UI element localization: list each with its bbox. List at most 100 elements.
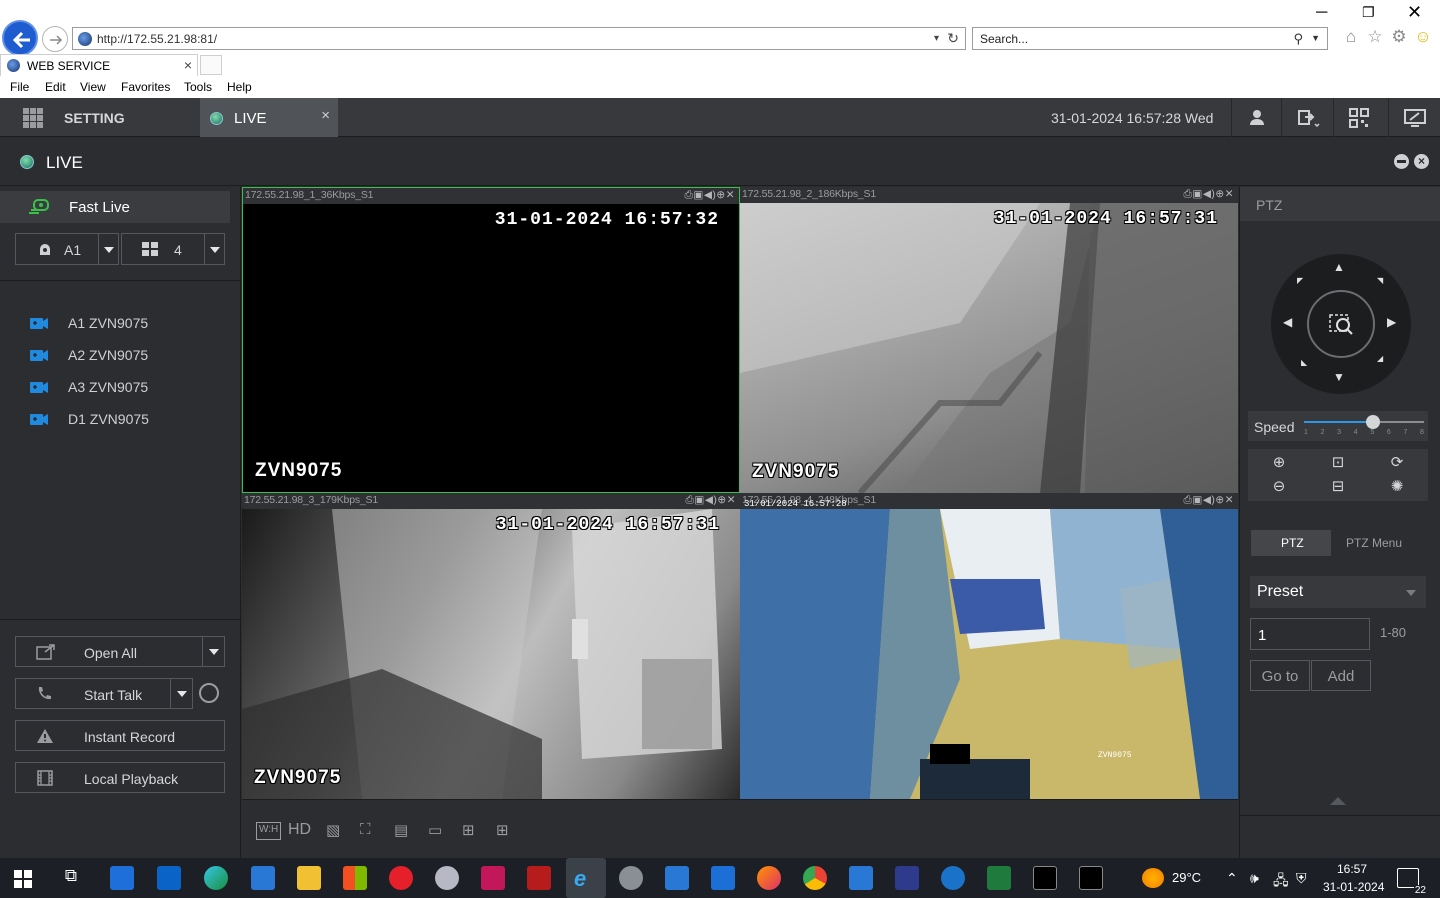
menu-file[interactable]: File xyxy=(10,80,29,94)
fullscreen-monitor-button[interactable] xyxy=(1388,98,1440,137)
security-icon[interactable]: ⛨ xyxy=(1296,870,1307,887)
split-select[interactable]: 4 xyxy=(121,233,225,265)
layout-6-icon[interactable]: ⊞ xyxy=(496,821,509,839)
weather-icon[interactable] xyxy=(1142,868,1164,888)
app-red-square-icon[interactable] xyxy=(527,866,551,890)
speed-slider-handle[interactable] xyxy=(1365,415,1380,429)
focus-near-icon[interactable]: ⊡ xyxy=(1327,453,1349,473)
file-explorer-icon[interactable] xyxy=(297,866,321,890)
camera-item[interactable]: A3 ZVN9075 xyxy=(0,376,230,400)
goto-preset-button[interactable]: Go to xyxy=(1250,660,1310,691)
channel-select[interactable]: A1 xyxy=(15,233,119,265)
tile-controls-icons[interactable]: ⎙▣◀)⊕✕ xyxy=(1184,494,1235,507)
back-button[interactable] xyxy=(2,20,38,56)
home-icon[interactable]: ⌂ xyxy=(1341,27,1361,47)
notification-center-icon[interactable]: 22 xyxy=(1397,868,1427,896)
ptz-up-icon[interactable]: ▲ xyxy=(1333,260,1345,274)
open-all-button[interactable]: Open All xyxy=(15,636,225,667)
video-tile[interactable]: 172.55.21.98_1_36Kbps_S1 ⎙▣◀)⊕✕ 31-01-20… xyxy=(242,187,740,493)
app-pink-icon[interactable] xyxy=(481,866,505,890)
address-dropdown-icon[interactable]: ▾ xyxy=(934,33,939,44)
iris-open-icon[interactable]: ⟳ xyxy=(1386,453,1408,473)
search-dropdown-icon[interactable]: ▼ xyxy=(1311,33,1320,43)
video-tile[interactable]: 172.55.21.98_3_179Kbps_S1 ⎙▣◀)⊕✕ 31-01-2… xyxy=(242,493,740,799)
firefox-icon[interactable] xyxy=(757,866,781,890)
layout-single-icon[interactable]: ▭ xyxy=(428,821,442,839)
store-icon[interactable] xyxy=(343,866,367,890)
chevron-down-icon[interactable] xyxy=(202,637,224,666)
window-split-1-icon[interactable]: ▤ xyxy=(394,821,408,839)
new-tab-button[interactable] xyxy=(200,55,222,75)
smiley-feedback-icon[interactable]: ☺ xyxy=(1413,27,1433,47)
tab-ptz-menu[interactable]: PTZ Menu xyxy=(1346,536,1402,550)
weather-temperature[interactable]: 29°C xyxy=(1172,870,1201,885)
preset-number-input[interactable]: 1 xyxy=(1250,618,1370,650)
tile-controls-icons[interactable]: ⎙▣◀)⊕✕ xyxy=(1184,188,1235,201)
menu-view[interactable]: View xyxy=(80,80,106,94)
user-button[interactable] xyxy=(1231,98,1281,137)
instant-record-button[interactable]: Instant Record xyxy=(15,720,225,751)
clock-time[interactable]: 16:57 xyxy=(1337,862,1367,876)
settings-gear-icon[interactable]: ⚙ xyxy=(1389,27,1409,47)
windows-start-icon[interactable] xyxy=(14,870,32,888)
menu-edit[interactable]: Edit xyxy=(45,80,66,94)
close-live-tab-icon[interactable]: × xyxy=(321,107,330,124)
fullscreen-icon[interactable]: ⛶ xyxy=(360,821,371,839)
outlook-icon[interactable] xyxy=(157,866,181,890)
aspect-ratio-button[interactable]: W:H xyxy=(256,822,282,840)
app-vc-icon[interactable] xyxy=(711,866,735,890)
terminal-icon[interactable] xyxy=(1079,866,1103,890)
ptz-direction-wheel[interactable]: ▲ ▼ ◀ ▶ ◤ ◥ ◣ ◢ xyxy=(1271,254,1411,394)
window-maximize-button[interactable]: ❐ xyxy=(1362,4,1375,21)
ptz-up-left-icon[interactable]: ◤ xyxy=(1297,276,1303,285)
add-preset-button[interactable]: Add xyxy=(1311,660,1371,691)
chevron-up-icon[interactable]: ⌃ xyxy=(1226,870,1238,887)
search-input[interactable]: Search... ⚲ ▼ xyxy=(972,27,1328,50)
browser-tab[interactable]: WEB SERVICE × xyxy=(0,54,198,76)
window-close-button[interactable]: ✕ xyxy=(1407,2,1422,23)
task-view-icon[interactable]: ⧉ xyxy=(59,866,83,890)
tab-ptz[interactable]: PTZ xyxy=(1251,530,1331,556)
search-icon[interactable]: ⚲ xyxy=(1293,31,1303,47)
volume-icon[interactable]: 🕪 xyxy=(1250,870,1259,887)
local-playback-button[interactable]: Local Playback xyxy=(15,762,225,793)
close-panel-icon[interactable]: × xyxy=(1414,154,1429,169)
ptz-down-right-icon[interactable]: ◢ xyxy=(1377,354,1383,363)
preset-select[interactable]: Preset xyxy=(1250,576,1426,608)
ptz-right-icon[interactable]: ▶ xyxy=(1387,315,1396,329)
menu-help[interactable]: Help xyxy=(227,80,252,94)
chevron-down-icon[interactable] xyxy=(98,234,118,264)
iris-close-icon[interactable]: ✺ xyxy=(1386,477,1408,497)
camera-item[interactable]: D1 ZVN9075 xyxy=(0,408,230,432)
app-disk-icon[interactable] xyxy=(435,866,459,890)
app-window-icon[interactable] xyxy=(849,866,873,890)
app-window-icon[interactable] xyxy=(251,866,275,890)
video-tile[interactable]: 172.55.21.98_4_248Kbps_S1 ⎙▣◀)⊕✕ 31/01/2… xyxy=(740,493,1238,799)
camera-item[interactable]: A1 ZVN9075 xyxy=(0,312,230,336)
ptz-left-icon[interactable]: ◀ xyxy=(1283,315,1292,329)
ptz-up-right-icon[interactable]: ◥ xyxy=(1377,276,1383,285)
camera-item[interactable]: A2 ZVN9075 xyxy=(0,344,230,368)
zoom-in-icon[interactable]: ⊕ xyxy=(1268,453,1290,473)
terminal-icon[interactable] xyxy=(1033,866,1057,890)
window-minimize-button[interactable]: ─ xyxy=(1316,4,1327,22)
qr-code-button[interactable] xyxy=(1333,98,1383,137)
refresh-icon[interactable]: ↻ xyxy=(947,30,959,47)
forward-button[interactable] xyxy=(42,26,68,52)
ptz-down-left-icon[interactable]: ◣ xyxy=(1301,358,1307,367)
ptz-down-icon[interactable]: ▼ xyxy=(1333,370,1345,384)
minimize-panel-icon[interactable] xyxy=(1394,154,1409,169)
excel-icon[interactable] xyxy=(987,866,1011,890)
app-blue-icon[interactable] xyxy=(895,866,919,890)
collapse-up-icon[interactable] xyxy=(1330,797,1346,805)
speed-slider[interactable] xyxy=(1304,415,1424,429)
app-red-icon[interactable] xyxy=(389,866,413,890)
menu-tools[interactable]: Tools xyxy=(184,80,212,94)
tab-close-icon[interactable]: × xyxy=(184,57,192,73)
address-bar[interactable]: http://172.55.21.98:81/ ▾ ↻ xyxy=(72,27,966,50)
nav-setting[interactable]: SETTING xyxy=(0,98,200,137)
ptz-center-button[interactable] xyxy=(1307,290,1375,358)
menu-favorites[interactable]: Favorites xyxy=(121,80,170,94)
internet-explorer-icon[interactable]: e xyxy=(566,858,606,898)
nav-live-tab[interactable]: LIVE × xyxy=(200,98,338,137)
